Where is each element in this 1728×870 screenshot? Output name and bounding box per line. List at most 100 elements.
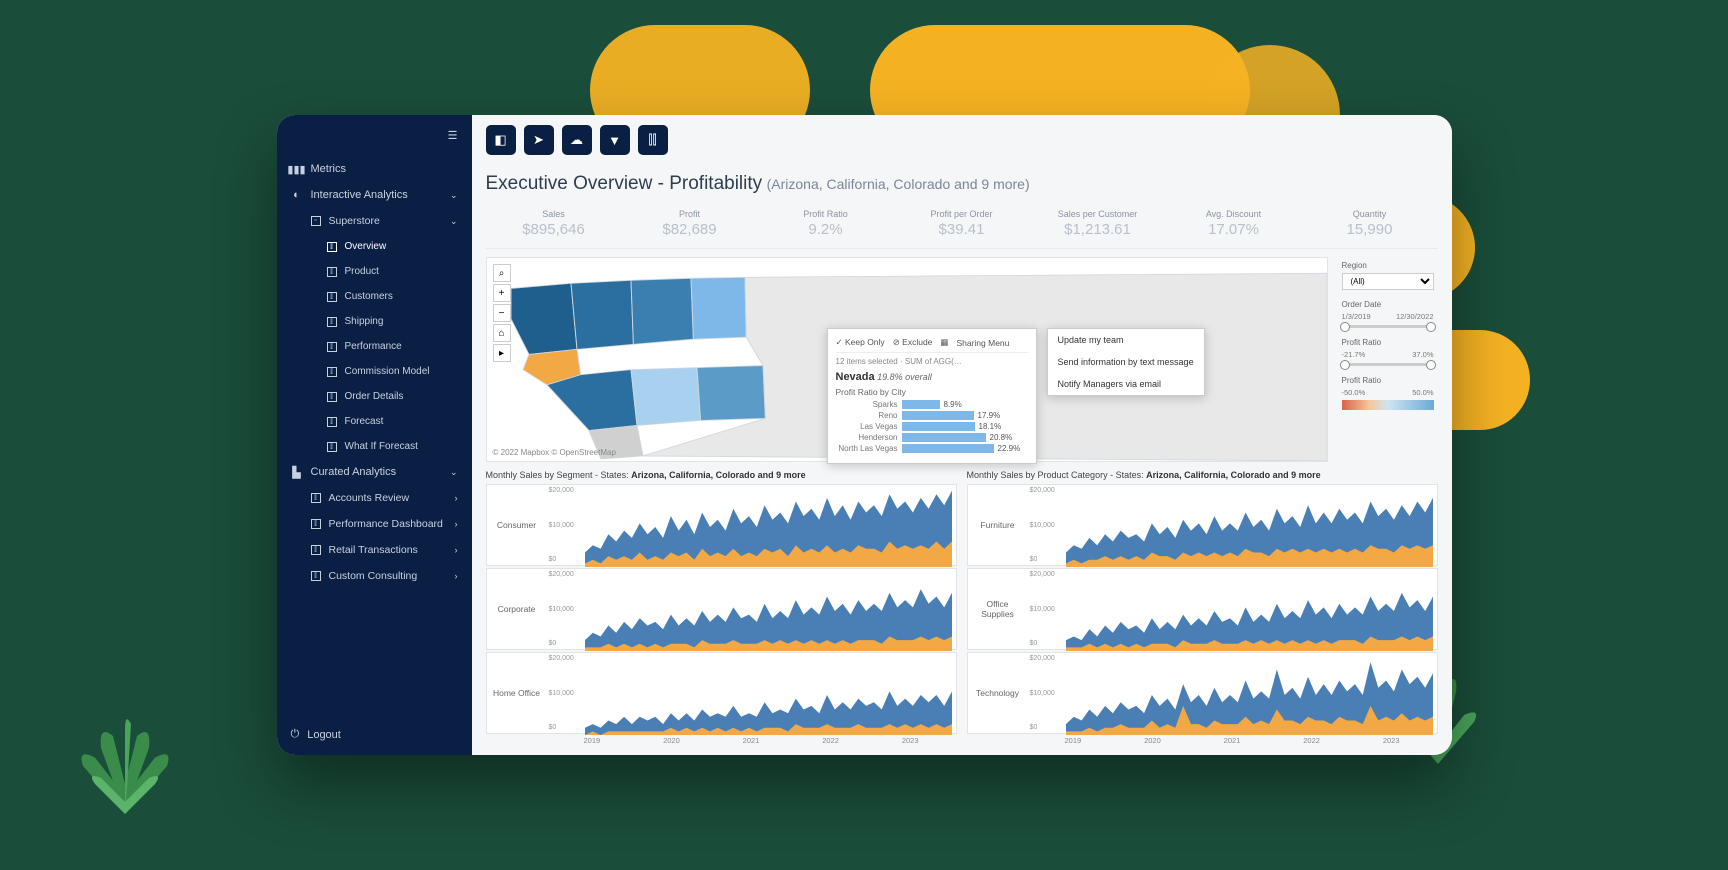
nav-what-if-forecast[interactable]: ⫿What If Forecast: [277, 434, 472, 459]
share-menu-item-team[interactable]: Update my team: [1048, 329, 1204, 351]
nav-performance-dashboard[interactable]: ⫿Performance Dashboard›: [277, 511, 472, 537]
map-tooltip: ✓ Keep Only ⊘ Exclude ▦ Sharing Menu 12 …: [827, 328, 1037, 464]
cloud-button[interactable]: ☁: [562, 125, 592, 155]
sort-button[interactable]: ⫿⫿: [638, 125, 668, 155]
kpi-quantity: Quantity15,990: [1302, 209, 1438, 238]
map-zoom-out-button[interactable]: −: [493, 304, 511, 322]
nav-curated-analytics[interactable]: ▙Curated Analytics⌄: [277, 459, 472, 485]
filter-panel: Region (All) Order Date 1/3/201912/30/20…: [1338, 257, 1438, 462]
nav-performance[interactable]: ⫿Performance: [277, 334, 472, 359]
sheet-icon: ⫿: [327, 392, 337, 402]
profit-ratio-slider[interactable]: [1342, 363, 1434, 366]
order-date-slider[interactable]: [1342, 325, 1434, 328]
tooltip-city-row: Sparks8.9%: [836, 400, 1028, 409]
chevron-down-icon: ⌄: [450, 467, 458, 478]
nav-order-details[interactable]: ⫿Order Details: [277, 384, 472, 409]
main-content: ◧ ➤ ☁ ▼ ⫿⫿ Executive Overview - Profitab…: [472, 115, 1452, 755]
sheet-icon: ⫿: [311, 571, 321, 581]
chart-row[interactable]: Furniture$20,000$10,000$0: [967, 484, 1438, 566]
chart-column: Monthly Sales by Segment - States: Arizo…: [486, 470, 957, 745]
chart-x-axis: 20192020202120222023: [486, 734, 957, 745]
order-date-label: Order Date: [1342, 300, 1434, 309]
tooltip-city-row: North Las Vegas22.9%: [836, 444, 1028, 453]
share-menu-item-text[interactable]: Send information by text message: [1048, 351, 1204, 373]
nav-commission-model[interactable]: ⫿Commission Model: [277, 359, 472, 384]
bar-chart-icon: ▮▮▮: [291, 163, 303, 175]
chevron-down-icon: ⌄: [450, 190, 458, 201]
nav-retail-transactions[interactable]: ⫿Retail Transactions›: [277, 537, 472, 563]
filter-button[interactable]: ▼: [600, 125, 630, 155]
chart-row[interactable]: Consumer$20,000$10,000$0: [486, 484, 957, 566]
page-title: Executive Overview - Profitability: [486, 173, 763, 194]
nav-customers[interactable]: ⫿Customers: [277, 284, 472, 309]
sidebar: ☰ ▮▮▮Metrics ◐Interactive Analytics⌄ ▫Su…: [277, 115, 472, 755]
chevron-down-icon: ⌄: [450, 216, 458, 227]
tooltip-city-row: Las Vegas18.1%: [836, 422, 1028, 431]
share-menu: Update my team Send information by text …: [1047, 328, 1205, 396]
chart-row-label: Corporate: [487, 569, 547, 649]
chevron-right-icon: ›: [455, 493, 458, 503]
map-more-button[interactable]: ▸: [493, 344, 511, 362]
logout-button[interactable]: ⏻Logout: [277, 714, 472, 755]
nav-forecast[interactable]: ⫿Forecast: [277, 409, 472, 434]
doc-icon: ▫: [311, 216, 321, 226]
chart-row-label: Technology: [968, 653, 1028, 733]
map-attribution: © 2022 Mapbox © OpenStreetMap: [493, 448, 616, 457]
send-button[interactable]: ➤: [524, 125, 554, 155]
page-subtitle: (Arizona, California, Colorado and 9 mor…: [767, 176, 1030, 192]
nav-metrics[interactable]: ▮▮▮Metrics: [277, 156, 472, 182]
sheet-icon: ⫿: [327, 442, 337, 452]
nav-overview[interactable]: ⫿Overview: [277, 234, 472, 259]
keep-only-button[interactable]: ✓ Keep Only: [836, 337, 885, 348]
chart-row[interactable]: Technology$20,000$10,000$0: [967, 652, 1438, 734]
nav-superstore[interactable]: ▫Superstore⌄: [277, 208, 472, 234]
chart-row-label: Consumer: [487, 485, 547, 565]
sheet-icon: ⫿: [327, 267, 337, 277]
chart-plot: $20,000$10,000$0: [1028, 485, 1437, 565]
kpi-sales-per-customer: Sales per Customer$1,213.61: [1030, 209, 1166, 238]
app-window: ☰ ▮▮▮Metrics ◐Interactive Analytics⌄ ▫Su…: [277, 115, 1452, 755]
nav-accounts-review[interactable]: ⫿Accounts Review›: [277, 485, 472, 511]
map-controls: ⌕ + − ⌂ ▸: [493, 264, 511, 362]
sheet-icon: ⫿: [311, 545, 321, 555]
chart-row-label: Furniture: [968, 485, 1028, 565]
region-filter-label: Region: [1342, 261, 1434, 270]
chart-row[interactable]: Office Supplies$20,000$10,000$0: [967, 568, 1438, 650]
chart-icon: ▙: [291, 466, 303, 478]
grid-icon[interactable]: ▦: [940, 337, 948, 348]
nav-custom-consulting[interactable]: ⫿Custom Consulting›: [277, 563, 472, 589]
dashboard-content: Executive Overview - Profitability (Ariz…: [472, 165, 1452, 755]
tooltip-state: Nevada: [836, 371, 875, 383]
chevron-right-icon: ›: [455, 571, 458, 581]
chart-plot: $20,000$10,000$0: [1028, 653, 1437, 733]
sheet-icon: ⫿: [327, 242, 337, 252]
nav-shipping[interactable]: ⫿Shipping: [277, 309, 472, 334]
chart-row[interactable]: Corporate$20,000$10,000$0: [486, 568, 957, 650]
map-search-button[interactable]: ⌕: [493, 264, 511, 282]
sharing-menu-button[interactable]: Sharing Menu: [956, 338, 1009, 348]
map[interactable]: ⌕ + − ⌂ ▸ © 2022 Mapbox © OpenStreetMap …: [486, 257, 1328, 462]
exclude-button[interactable]: ⊘ Exclude: [893, 337, 933, 348]
region-select[interactable]: (All): [1342, 273, 1434, 290]
chart-row-label: Home Office: [487, 653, 547, 733]
map-zoom-in-button[interactable]: +: [493, 284, 511, 302]
hamburger-icon[interactable]: ☰: [448, 129, 458, 142]
cube-button[interactable]: ◧: [486, 125, 516, 155]
chart-title: Monthly Sales by Segment - States: Arizo…: [486, 470, 957, 480]
share-menu-item-email[interactable]: Notify Managers via email: [1048, 373, 1204, 395]
map-home-button[interactable]: ⌂: [493, 324, 511, 342]
sheet-icon: ⫿: [327, 292, 337, 302]
tooltip-city-row: Henderson20.8%: [836, 433, 1028, 442]
sheet-icon: ⫿: [311, 519, 321, 529]
sheet-icon: ⫿: [311, 493, 321, 503]
map-section: ⌕ + − ⌂ ▸ © 2022 Mapbox © OpenStreetMap …: [486, 257, 1438, 462]
nav-product[interactable]: ⫿Product: [277, 259, 472, 284]
legend-label: Profit Ratio: [1342, 376, 1434, 385]
chart-row[interactable]: Home Office$20,000$10,000$0: [486, 652, 957, 734]
plant-decoration: [55, 700, 195, 820]
chart-x-axis: 20192020202120222023: [967, 734, 1438, 745]
tooltip-selection-info: 12 items selected · SUM of AGG(…: [836, 357, 1028, 366]
nav-interactive-analytics[interactable]: ◐Interactive Analytics⌄: [277, 182, 472, 208]
sheet-icon: ⫿: [327, 417, 337, 427]
charts-section: Monthly Sales by Segment - States: Arizo…: [486, 470, 1438, 745]
